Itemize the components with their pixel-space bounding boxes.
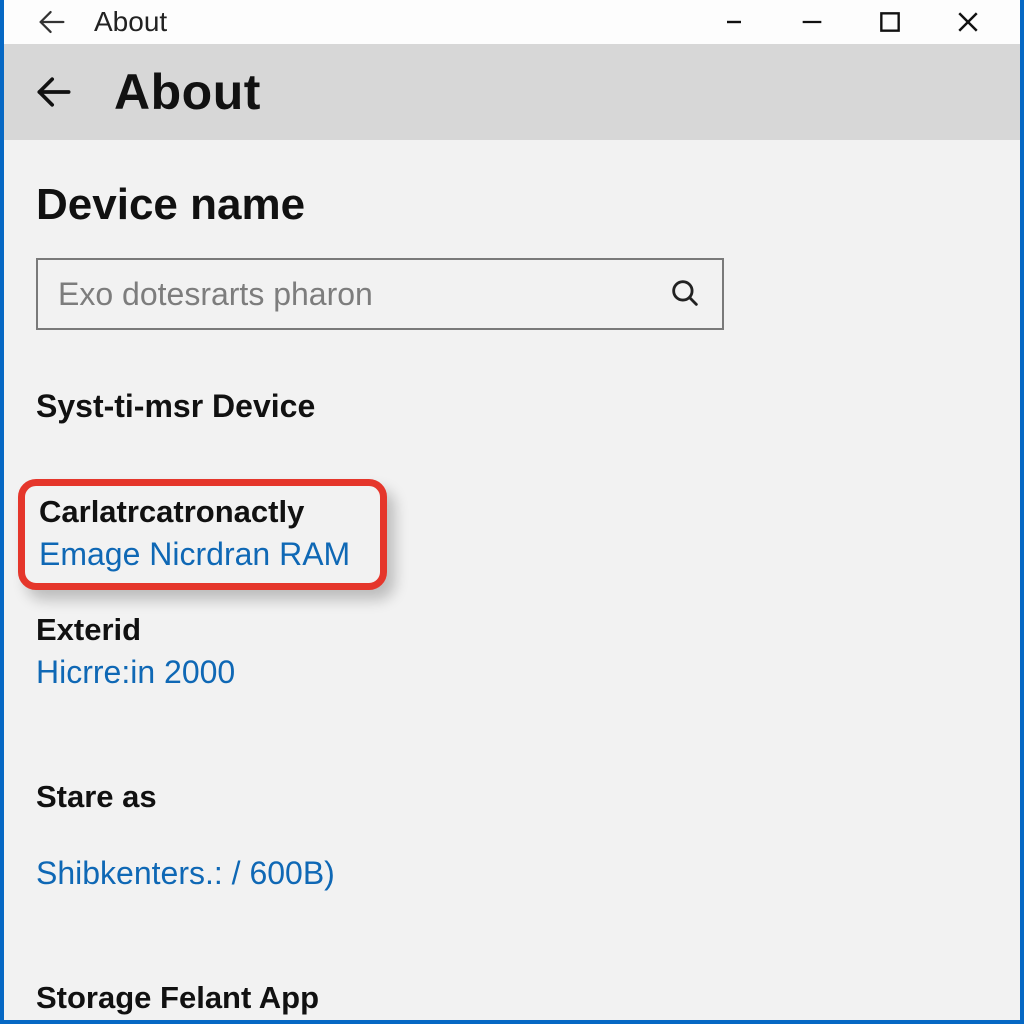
minimize-icon bbox=[798, 8, 826, 36]
maximize-button[interactable] bbox=[868, 0, 912, 44]
spec-label: Carlatrcatronactly bbox=[39, 494, 350, 530]
window-controls bbox=[712, 0, 1010, 44]
page-header: About bbox=[4, 44, 1020, 140]
spec-block: Stare as Shibkenters.: / 600B) bbox=[36, 779, 988, 892]
search-input[interactable] bbox=[58, 276, 668, 313]
page-title: About bbox=[114, 63, 261, 121]
close-button[interactable] bbox=[946, 0, 990, 44]
search-icon bbox=[668, 276, 704, 312]
titlebar: About bbox=[4, 0, 1020, 44]
spec-value-link[interactable]: Emage Nicrdran RAM bbox=[39, 536, 350, 573]
spec-value-link[interactable]: Hicrre:in 2000 bbox=[36, 654, 988, 691]
close-icon bbox=[953, 7, 983, 37]
back-arrow-icon bbox=[35, 5, 69, 39]
maximize-icon bbox=[877, 9, 903, 35]
spec-value-link[interactable]: Shibkenters.: / 600B) bbox=[36, 855, 988, 892]
minimize-extra-button[interactable] bbox=[712, 0, 756, 44]
titlebar-back-button[interactable] bbox=[32, 2, 72, 42]
system-device-heading: Syst-ti-msr Device bbox=[36, 388, 988, 425]
spec-label: Exterid bbox=[36, 612, 988, 648]
titlebar-title: About bbox=[94, 6, 167, 38]
minimize-icon bbox=[722, 10, 746, 34]
back-arrow-icon bbox=[32, 70, 76, 114]
minimize-button[interactable] bbox=[790, 0, 834, 44]
spec-block: Exterid Hicrre:in 2000 bbox=[36, 612, 988, 691]
device-name-heading: Device name bbox=[36, 180, 988, 230]
spec-label: Storage Felant App bbox=[36, 980, 988, 1016]
highlighted-spec: Carlatrcatronactly Emage Nicrdran RAM bbox=[18, 479, 387, 590]
search-box[interactable] bbox=[36, 258, 724, 330]
spec-label: Stare as bbox=[36, 779, 988, 815]
spec-block: Storage Felant App Miobill and Contentio… bbox=[36, 980, 988, 1024]
header-back-button[interactable] bbox=[32, 70, 76, 114]
content-area: Device name Syst-ti-msr Device Carlatrca… bbox=[4, 140, 1020, 1024]
